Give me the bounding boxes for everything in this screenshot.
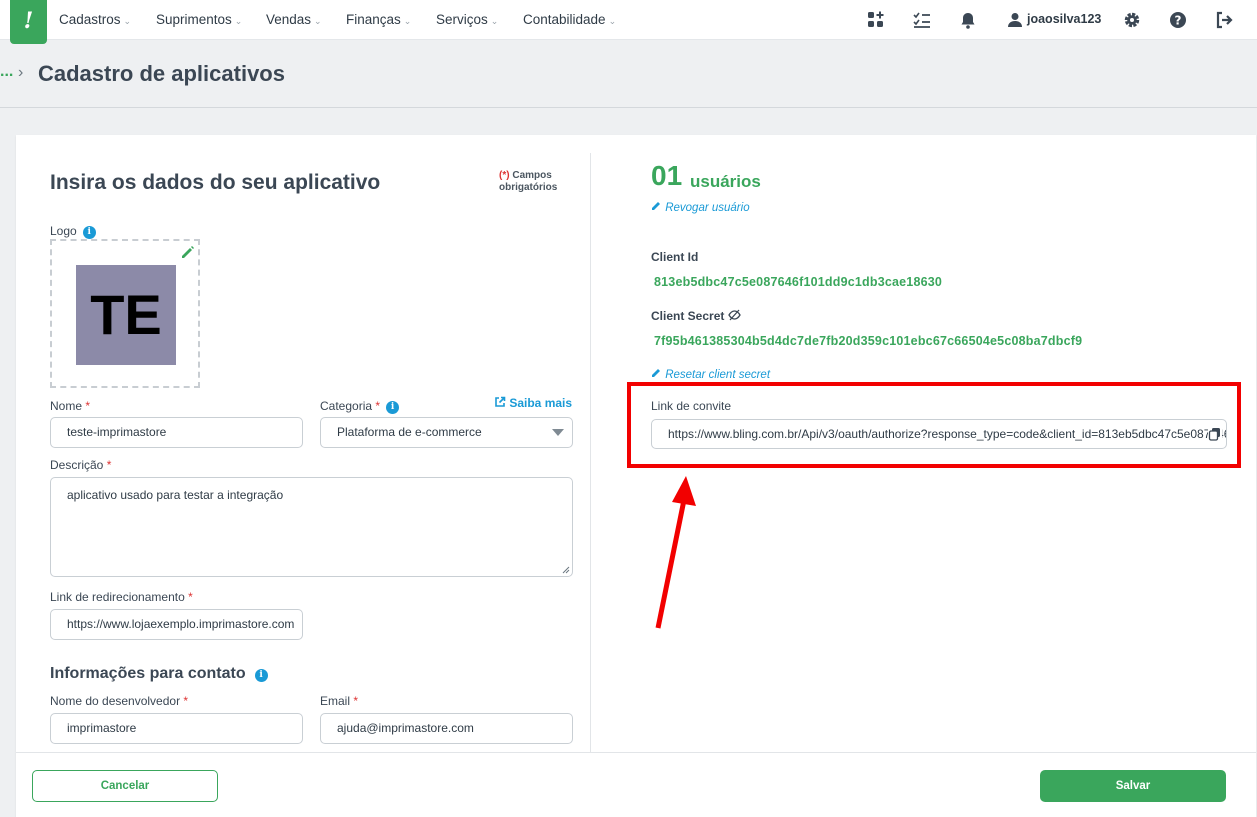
categoria-select[interactable]: Plataforma de e-commerce <box>320 417 573 448</box>
nav-item-vendas[interactable]: Vendas ⌄ <box>266 12 322 27</box>
reset-secret-link[interactable]: Resetar client secret <box>651 367 770 381</box>
chevron-down-icon: ⌄ <box>234 16 243 26</box>
revoke-user-link[interactable]: Revogar usuário <box>651 200 750 214</box>
svg-text:?: ? <box>1175 14 1182 28</box>
page-title: Cadastro de aplicativos <box>38 61 285 86</box>
nav-item-servicos[interactable]: Serviços ⌄ <box>436 12 498 27</box>
client-secret-value: 7f95b461385304b5d4dc7de7fb20d359c101ebc6… <box>654 334 1083 348</box>
app-form-card: Insira os dados do seu aplicativo (*) Ca… <box>16 135 1256 817</box>
contact-section-title: Informações para contato i <box>50 665 268 683</box>
dev-name-label: Nome do desenvolvedor * <box>50 694 189 708</box>
info-icon[interactable]: i <box>386 401 400 414</box>
info-icon[interactable]: i <box>82 226 96 239</box>
email-label: Email * <box>320 694 359 708</box>
descricao-label: Descrição * <box>50 458 112 472</box>
external-link-icon <box>495 396 506 407</box>
client-id-label: Client Id <box>651 250 699 264</box>
users-count: 01 <box>651 160 683 191</box>
users-label: usuários <box>690 172 761 191</box>
page-header: ... › Cadastro de aplicativos <box>0 40 1257 108</box>
required-fields-note: (*) Campos obrigatórios <box>499 170 558 193</box>
annotation-arrow-icon <box>655 476 696 629</box>
breadcrumb-back[interactable]: ... <box>0 63 13 81</box>
nav-item-financas[interactable]: Finanças ⌄ <box>346 12 411 27</box>
breadcrumb-separator-icon: › <box>18 64 24 81</box>
user-icon[interactable] <box>1005 10 1025 30</box>
info-icon[interactable]: i <box>254 669 268 682</box>
resize-grip-icon[interactable] <box>562 566 570 574</box>
logout-icon[interactable] <box>1214 10 1234 30</box>
edit-pencil-icon <box>652 202 660 210</box>
save-button[interactable]: Salvar <box>1040 770 1226 802</box>
chevron-down-icon: ⌄ <box>490 16 499 26</box>
descricao-textarea[interactable]: aplicativo usado para testar a integraçã… <box>50 477 573 577</box>
nav-item-contabilidade[interactable]: Contabilidade ⌄ <box>523 12 616 27</box>
cancel-button[interactable]: Cancelar <box>32 770 218 802</box>
redirect-input[interactable]: https://www.lojaexemplo.imprimastore.com <box>50 609 303 640</box>
logo-label: Logo i <box>50 224 96 239</box>
caret-down-icon <box>552 429 564 436</box>
top-navbar: ! Cadastros ⌄ Suprimentos ⌄ Vendas ⌄ Finanç… <box>0 0 1257 44</box>
highlight-box <box>627 382 1241 468</box>
chevron-down-icon: ⌄ <box>123 16 132 26</box>
chevron-down-icon: ⌄ <box>403 16 412 26</box>
bell-icon[interactable] <box>958 10 978 30</box>
username[interactable]: joaosilva123 <box>1027 12 1101 26</box>
nome-input[interactable]: teste-imprimastore <box>50 417 303 448</box>
column-divider <box>590 153 591 753</box>
logo-glyph: ! <box>23 8 34 34</box>
app-logo-image: TE <box>76 265 176 365</box>
edit-pencil-icon <box>652 369 660 377</box>
nav-item-cadastros[interactable]: Cadastros ⌄ <box>59 12 131 27</box>
form-footer: Cancelar Salvar <box>16 752 1256 817</box>
eye-slash-icon[interactable] <box>727 309 741 321</box>
dev-name-input[interactable]: imprimastore <box>50 713 303 744</box>
nav-item-suprimentos[interactable]: Suprimentos ⌄ <box>156 12 242 27</box>
categoria-label: Categoria * i <box>320 399 400 414</box>
client-secret-label: Client Secret <box>651 309 741 323</box>
edit-pencil-icon[interactable] <box>180 245 195 260</box>
apps-add-icon[interactable] <box>866 10 886 30</box>
help-icon[interactable]: ? <box>1168 10 1188 30</box>
chevron-down-icon: ⌄ <box>314 16 322 26</box>
client-id-value: 813eb5dbc47c5e087646f101dd9c1db3cae18630 <box>654 275 943 289</box>
gear-icon[interactable] <box>1122 10 1142 30</box>
logo-upload-area[interactable]: TE <box>50 239 200 388</box>
saiba-mais-link[interactable]: Saiba mais <box>494 396 572 410</box>
form-section-title: Insira os dados do seu aplicativo <box>50 171 381 194</box>
email-input[interactable]: ajuda@imprimastore.com <box>320 713 573 744</box>
redirect-label: Link de redirecionamento * <box>50 590 193 604</box>
nome-label: Nome * <box>50 399 91 413</box>
checklist-icon[interactable] <box>912 10 932 30</box>
app-logo[interactable]: ! <box>10 0 47 44</box>
chevron-down-icon: ⌄ <box>608 16 617 26</box>
